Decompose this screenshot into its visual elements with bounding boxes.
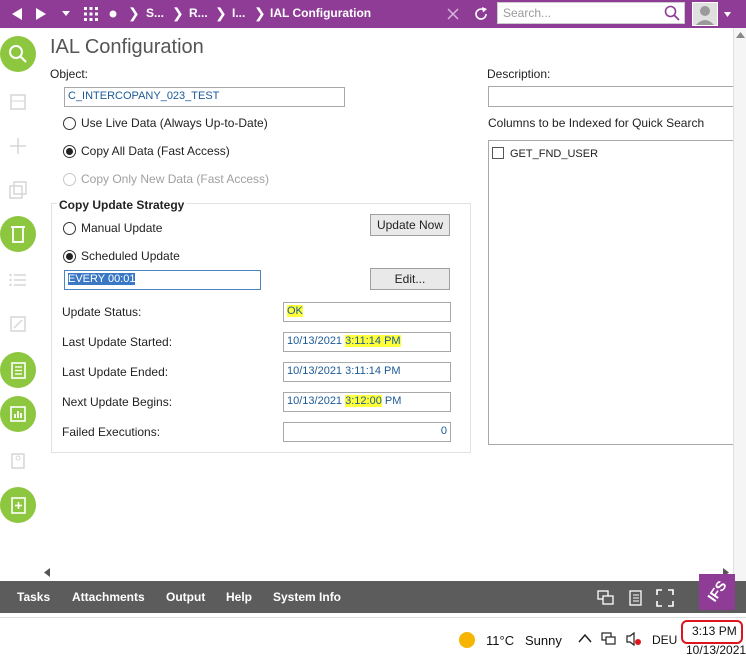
live-data-radio[interactable] bbox=[63, 117, 76, 130]
horizontal-scrollbar[interactable] bbox=[40, 565, 733, 579]
window-tile-icon[interactable] bbox=[597, 590, 615, 609]
close-icon[interactable] bbox=[442, 0, 464, 28]
manual-update-radio[interactable] bbox=[63, 222, 76, 235]
breadcrumb-item[interactable]: I... bbox=[232, 6, 245, 20]
failed-executions-label: Failed Executions: bbox=[62, 425, 161, 439]
schedule-field[interactable]: EVERY 00:01 bbox=[64, 270, 261, 290]
temperature[interactable]: 11°C bbox=[486, 633, 514, 648]
copy-new-data-label: Copy Only New Data (Fast Access) bbox=[81, 172, 270, 186]
search-icon[interactable] bbox=[664, 5, 680, 24]
weather-sun-icon[interactable] bbox=[458, 631, 476, 652]
last-started-time: 3:11:14 PM bbox=[345, 335, 401, 347]
last-started-label: Last Update Started: bbox=[62, 335, 173, 349]
copy-update-strategy-group bbox=[51, 203, 471, 453]
ifs-logo: IFS bbox=[699, 574, 735, 610]
copy-all-data-label[interactable]: Copy All Data (Fast Access) bbox=[81, 144, 230, 158]
search-rail-button[interactable] bbox=[0, 36, 36, 72]
next-begins-time: 3:12:00 bbox=[345, 395, 382, 407]
last-ended-label: Last Update Ended: bbox=[62, 365, 169, 379]
tray-expand-icon[interactable] bbox=[578, 632, 592, 647]
network-icon[interactable] bbox=[601, 631, 617, 650]
navigate-icon[interactable] bbox=[0, 306, 36, 342]
refresh-icon[interactable] bbox=[470, 0, 492, 28]
manual-update-label[interactable]: Manual Update bbox=[81, 221, 162, 235]
group-title: Copy Update Strategy bbox=[57, 198, 187, 212]
last-ended-field: 10/13/2021 3:11:14 PM bbox=[283, 362, 451, 382]
update-now-button[interactable]: Update Now bbox=[370, 214, 450, 236]
column-checkbox[interactable] bbox=[492, 147, 504, 159]
help-tab[interactable]: Help bbox=[226, 590, 252, 604]
scroll-left-icon bbox=[44, 568, 50, 577]
description-label: Description: bbox=[487, 67, 551, 81]
language-indicator[interactable]: DEU bbox=[652, 633, 677, 647]
chevron-right-icon: ❯ bbox=[172, 5, 184, 21]
navigator-grid-icon[interactable] bbox=[80, 0, 102, 28]
object-field[interactable]: C_INTERCOPANY_023_TEST bbox=[64, 87, 345, 107]
volume-muted-icon[interactable] bbox=[625, 631, 643, 650]
avatar[interactable] bbox=[692, 2, 718, 26]
clock-date[interactable]: 10/13/2021 bbox=[686, 643, 746, 657]
page-title: IAL Configuration bbox=[50, 36, 204, 58]
update-status-label: Update Status: bbox=[62, 305, 142, 319]
breadcrumb-item[interactable]: S... bbox=[146, 6, 164, 20]
attachments-tab[interactable]: Attachments bbox=[72, 590, 145, 604]
forward-icon[interactable] bbox=[30, 0, 52, 28]
search-input[interactable] bbox=[498, 3, 658, 23]
list-view-icon[interactable] bbox=[0, 84, 36, 120]
update-status-field: OK bbox=[283, 302, 451, 322]
details-list-icon[interactable] bbox=[0, 262, 36, 298]
document-info-icon[interactable] bbox=[0, 442, 36, 478]
chevron-right-icon: ❯ bbox=[254, 5, 266, 21]
breadcrumb-current[interactable]: IAL Configuration bbox=[270, 6, 371, 20]
clock-time[interactable]: 3:13 PM bbox=[692, 624, 737, 638]
next-begins-label: Next Update Begins: bbox=[62, 395, 173, 409]
next-begins-date: 10/13/2021 bbox=[287, 395, 343, 407]
duplicate-icon[interactable] bbox=[0, 172, 36, 208]
copy-all-data-radio[interactable] bbox=[63, 145, 76, 158]
add-page-rail-button[interactable] bbox=[0, 487, 36, 523]
back-icon[interactable] bbox=[6, 0, 28, 28]
scroll-up-icon bbox=[736, 32, 745, 38]
last-started-field: 10/13/2021 3:11:14 PM bbox=[283, 332, 451, 352]
tasks-tab[interactable]: Tasks bbox=[17, 590, 50, 604]
object-label: Object: bbox=[50, 67, 89, 81]
next-begins-suffix: PM bbox=[384, 395, 402, 407]
chevron-right-icon: ❯ bbox=[128, 5, 140, 21]
scheduled-update-label[interactable]: Scheduled Update bbox=[81, 249, 180, 263]
failed-executions-field: 0 bbox=[283, 422, 451, 442]
copy-new-data-radio bbox=[63, 173, 76, 186]
bottom-bar: Tasks Attachments Output Help System Inf… bbox=[0, 574, 746, 613]
update-status-value: OK bbox=[287, 305, 303, 317]
notes-icon[interactable] bbox=[627, 589, 643, 610]
system-info-tab[interactable]: System Info bbox=[273, 590, 341, 604]
chevron-right-icon: ❯ bbox=[215, 5, 227, 21]
search-field[interactable] bbox=[497, 2, 685, 24]
weather-text[interactable]: Sunny bbox=[525, 633, 562, 648]
next-begins-field: 10/13/2021 3:12:00 PM bbox=[283, 392, 451, 412]
vertical-scrollbar[interactable] bbox=[733, 28, 746, 600]
new-record-icon[interactable] bbox=[0, 128, 36, 164]
quick-search-label: Columns to be Indexed for Quick Search bbox=[488, 116, 705, 130]
home-dot-icon[interactable] bbox=[106, 0, 120, 28]
user-menu-chevron-icon[interactable] bbox=[720, 0, 734, 28]
output-tab[interactable]: Output bbox=[166, 590, 205, 604]
windows-taskbar: 11°C Sunny DEU 3:13 PM 10/13/2021 bbox=[0, 617, 746, 660]
live-data-label[interactable]: Use Live Data (Always Up-to-Date) bbox=[81, 116, 268, 130]
breadcrumb-item[interactable]: R... bbox=[189, 6, 208, 20]
history-dropdown-icon[interactable] bbox=[58, 0, 74, 28]
records-rail-button[interactable] bbox=[0, 352, 36, 388]
scheduled-update-radio[interactable] bbox=[63, 250, 76, 263]
edit-schedule-button[interactable]: Edit... bbox=[370, 268, 450, 290]
last-started-date: 10/13/2021 bbox=[287, 335, 343, 347]
quick-search-list[interactable]: GET_FND_USER bbox=[488, 140, 746, 445]
analytics-rail-button[interactable] bbox=[0, 396, 36, 432]
fullscreen-icon[interactable] bbox=[656, 589, 674, 610]
delete-rail-button[interactable] bbox=[0, 216, 36, 252]
description-field[interactable] bbox=[488, 86, 746, 107]
top-bar: ❯ S... ❯ R... ❯ I... ❯ IAL Configuration bbox=[0, 0, 746, 28]
schedule-value: EVERY 00:01 bbox=[68, 273, 136, 285]
column-item-label[interactable]: GET_FND_USER bbox=[510, 148, 598, 160]
